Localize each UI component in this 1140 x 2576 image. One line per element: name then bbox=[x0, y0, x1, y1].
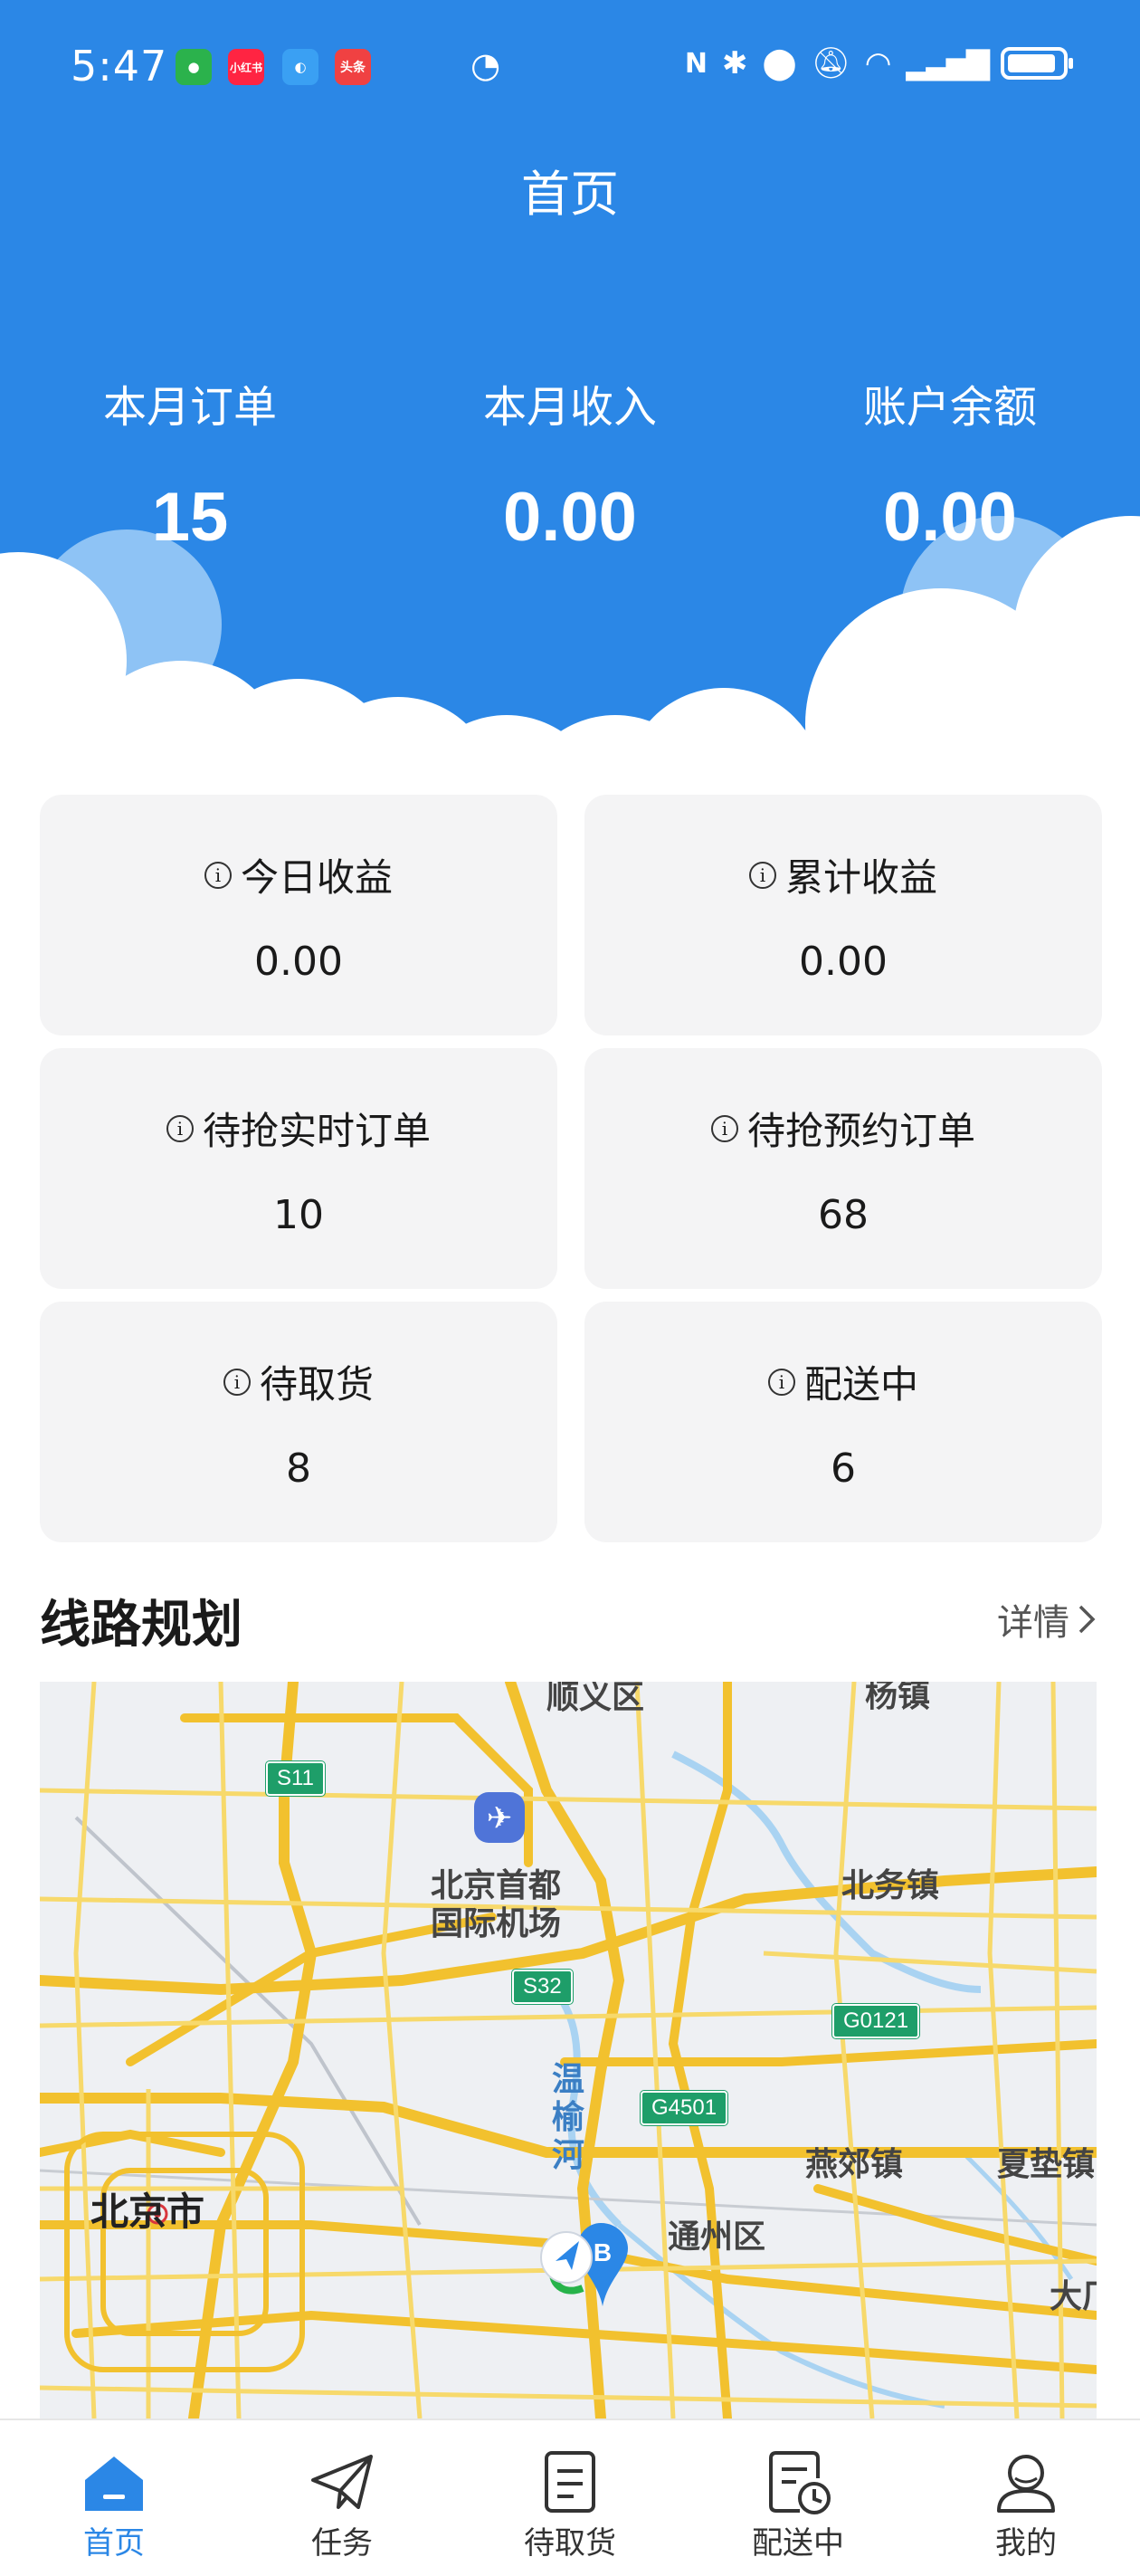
signal-icon: ▂▃▅▇ bbox=[906, 45, 990, 81]
mute-icon: 🔕︎ bbox=[811, 45, 850, 81]
status-time: 5:47 bbox=[71, 42, 168, 91]
card-value: 0.00 bbox=[254, 939, 343, 985]
road-tag-s32: S32 bbox=[512, 1970, 573, 2004]
stat-value: 0.00 bbox=[883, 479, 1017, 556]
tab-tasks[interactable]: 任务 bbox=[228, 2420, 456, 2576]
wechat-icon: ● bbox=[176, 49, 212, 85]
document-icon bbox=[545, 2451, 595, 2513]
tab-label: 任务 bbox=[311, 2525, 373, 2562]
stat-monthly-orders: 本月订单 15 bbox=[0, 371, 380, 557]
card-realtime-orders[interactable]: i 待抢实时订单 10 bbox=[40, 1048, 557, 1289]
clock-document-icon bbox=[769, 2451, 831, 2514]
card-pending-pickup[interactable]: i 待取货 8 bbox=[40, 1302, 557, 1542]
stat-value: 15 bbox=[151, 479, 229, 556]
battery-icon bbox=[1001, 47, 1073, 80]
location-icon: ⬤ bbox=[762, 45, 797, 81]
bottom-tab-bar: 首页 任务 待取货 配送中 我的 bbox=[0, 2419, 1140, 2576]
xiaohongshu-icon: 小红书 bbox=[228, 49, 264, 85]
map-label-airport: 国际机场 bbox=[431, 1905, 562, 1942]
road-tag-g0121: G0121 bbox=[832, 2004, 920, 2038]
card-value: 6 bbox=[831, 1445, 856, 1492]
chevron-right-icon bbox=[1078, 1605, 1096, 1634]
card-total-earnings[interactable]: i 累计收益 0.00 bbox=[584, 795, 1102, 1035]
tab-pending-pickup[interactable]: 待取货 bbox=[456, 2420, 684, 2576]
nfc-icon: N bbox=[684, 47, 708, 80]
route-map[interactable]: ✈ B 顺义区 杨镇 北京首都 国际机场 北务镇 温 榆 河 燕郊镇 夏垫镇 通… bbox=[40, 1682, 1097, 2419]
tab-mine[interactable]: 我的 bbox=[912, 2420, 1140, 2576]
tab-label: 首页 bbox=[83, 2525, 145, 2562]
road-tag-s11: S11 bbox=[266, 1761, 325, 1796]
tab-home[interactable]: 首页 bbox=[0, 2420, 228, 2576]
info-icon: i bbox=[204, 861, 232, 889]
map-label-river: 河 bbox=[552, 2137, 585, 2174]
stat-label: 账户余额 bbox=[862, 382, 1037, 433]
map-roads: ✈ B bbox=[40, 1682, 1097, 2419]
road-tag-g4501: G4501 bbox=[641, 2091, 728, 2125]
card-value: 10 bbox=[273, 1192, 324, 1238]
detail-label: 详情 bbox=[997, 1602, 1069, 1644]
map-label-beijing: 北京市 bbox=[90, 2190, 205, 2234]
map-label-tongzhou: 通州区 bbox=[668, 2218, 766, 2256]
card-today-earnings[interactable]: i 今日收益 0.00 bbox=[40, 795, 557, 1035]
speed-meter-icon: ◔ bbox=[470, 45, 501, 85]
card-delivering[interactable]: i 配送中 6 bbox=[584, 1302, 1102, 1542]
map-label-beiwu: 北务镇 bbox=[841, 1867, 940, 1904]
info-icon: i bbox=[748, 861, 776, 889]
info-icon: i bbox=[166, 1114, 194, 1142]
card-label: 配送中 bbox=[803, 1362, 918, 1407]
user-icon bbox=[997, 2455, 1055, 2513]
info-icon: i bbox=[767, 1368, 795, 1396]
card-label: 待抢实时订单 bbox=[202, 1109, 431, 1153]
card-reserved-orders[interactable]: i 待抢预约订单 68 bbox=[584, 1048, 1102, 1289]
browser-icon: ◐ bbox=[282, 49, 318, 85]
card-value: 0.00 bbox=[799, 939, 888, 985]
card-label: 累计收益 bbox=[784, 855, 937, 900]
svg-text:✈: ✈ bbox=[487, 1800, 513, 1837]
map-label-dachang: 大厂 bbox=[1050, 2278, 1097, 2315]
info-icon: i bbox=[710, 1114, 738, 1142]
card-label: 待取货 bbox=[259, 1362, 374, 1407]
home-icon bbox=[85, 2457, 143, 2511]
page-title: 首页 bbox=[521, 166, 619, 223]
stat-monthly-income: 本月收入 0.00 bbox=[380, 371, 760, 557]
svg-text:B: B bbox=[594, 2238, 612, 2266]
stat-label: 本月订单 bbox=[102, 382, 277, 433]
map-label-xiadian: 夏垫镇 bbox=[997, 2146, 1096, 2183]
toutiao-icon: 头条 bbox=[335, 49, 371, 85]
card-label: 待抢预约订单 bbox=[746, 1109, 975, 1153]
paper-plane-icon bbox=[311, 2455, 373, 2509]
stat-label: 本月收入 bbox=[482, 382, 657, 433]
card-value: 68 bbox=[818, 1192, 869, 1238]
info-icon: i bbox=[223, 1368, 251, 1396]
map-label-yanjiao: 燕郊镇 bbox=[805, 2146, 904, 2183]
tab-label: 我的 bbox=[995, 2525, 1057, 2562]
bluetooth-icon: ✱ bbox=[722, 45, 748, 81]
stat-account-balance: 账户余额 0.00 bbox=[760, 371, 1140, 557]
header-banner: 5:47 ● 小红书 ◐ 头条 ◔ N ✱ ⬤ 🔕︎ ◠ ▂▃▅▇ 首页 本月订… bbox=[0, 0, 1140, 778]
card-value: 8 bbox=[286, 1445, 311, 1492]
status-bar: 5:47 ● 小红书 ◐ 头条 ◔ N ✱ ⬤ 🔕︎ ◠ ▂▃▅▇ bbox=[0, 36, 1140, 105]
map-label-yang-town: 杨镇 bbox=[865, 1682, 931, 1714]
stat-value: 0.00 bbox=[503, 479, 637, 556]
tab-delivering[interactable]: 配送中 bbox=[684, 2420, 912, 2576]
wifi-icon: ◠ bbox=[864, 45, 892, 81]
tab-label: 配送中 bbox=[752, 2525, 844, 2562]
route-detail-link[interactable]: 详情 bbox=[997, 1593, 1097, 1646]
route-section-title: 线路规划 bbox=[40, 1596, 242, 1655]
card-label: 今日收益 bbox=[240, 855, 393, 900]
tab-label: 待取货 bbox=[524, 2525, 616, 2562]
map-label-shunyi: 顺义区 bbox=[546, 1682, 645, 1716]
